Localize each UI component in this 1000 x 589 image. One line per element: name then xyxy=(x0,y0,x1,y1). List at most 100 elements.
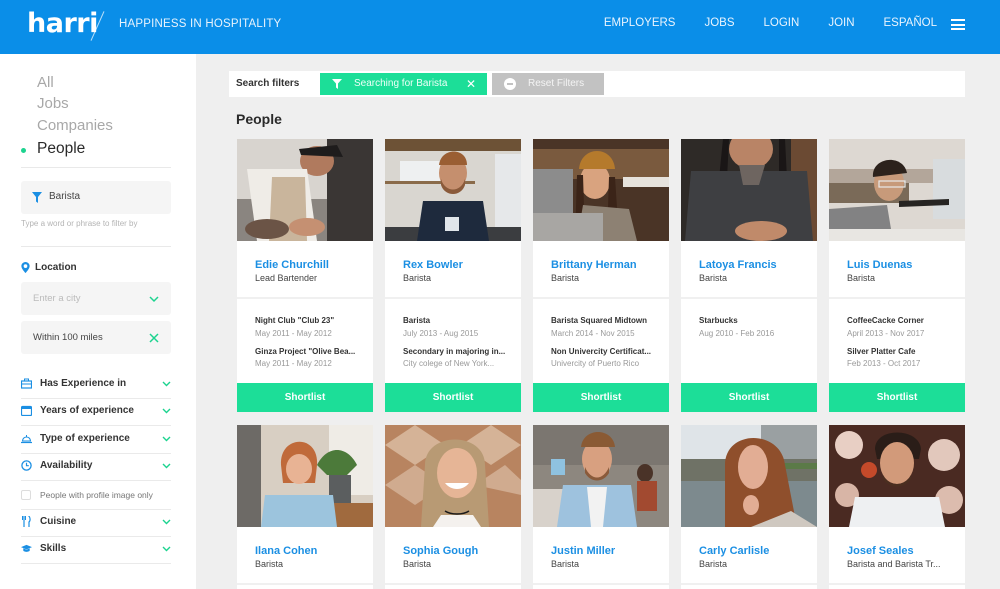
nav-login[interactable]: LOGIN xyxy=(764,17,800,29)
shortlist-button[interactable]: Shortlist xyxy=(533,383,669,412)
profile-photo[interactable] xyxy=(533,425,669,527)
experience-detail: May 2011 - May 2012 xyxy=(255,359,332,368)
profile-photo[interactable] xyxy=(829,139,965,241)
cloche-icon xyxy=(21,435,32,444)
nav-employers[interactable]: EMPLOYERS xyxy=(604,17,676,29)
person-name[interactable]: Edie Churchill xyxy=(255,259,329,271)
city-select[interactable]: Enter a city xyxy=(21,282,171,315)
profile-image-checkbox[interactable] xyxy=(21,490,31,500)
experience-title: Ginza Project "Olive Bea... xyxy=(255,347,356,356)
harri-logo[interactable]: harri xyxy=(27,8,98,39)
profile-photo[interactable] xyxy=(237,139,373,241)
experience-detail: July 2013 - Aug 2015 xyxy=(403,329,479,338)
person-role: Barista xyxy=(255,559,284,569)
accordion-availability[interactable]: Availability xyxy=(21,454,171,481)
profile-photo[interactable] xyxy=(385,139,521,241)
category-all[interactable]: All xyxy=(37,74,54,91)
shortlist-button[interactable]: Shortlist xyxy=(681,383,817,412)
nav-join[interactable]: JOIN xyxy=(828,17,854,29)
person-card[interactable]: Edie Churchill Lead Bartender Night Club… xyxy=(237,139,373,412)
city-placeholder: Enter a city xyxy=(33,293,81,304)
category-people[interactable]: People xyxy=(37,140,85,158)
reset-filters-label: Reset Filters xyxy=(528,78,585,89)
category-jobs[interactable]: Jobs xyxy=(37,95,69,112)
cutlery-icon xyxy=(22,516,31,527)
person-role: Barista xyxy=(551,559,580,569)
chevron-down-icon xyxy=(149,296,159,303)
radius-value: Within 100 miles xyxy=(33,332,103,343)
keyword-filter-hint: Type a word or phrase to filter by xyxy=(21,219,138,228)
person-card[interactable]: Ilana Cohen Barista xyxy=(237,425,373,589)
experience-title: Barista xyxy=(403,316,431,325)
person-role: Lead Bartender xyxy=(255,273,318,283)
person-card[interactable]: Luis Duenas Barista CoffeeCacke Corner A… xyxy=(829,139,965,412)
accordion-label: Skills xyxy=(40,543,67,554)
keyword-filter-input[interactable]: Barista xyxy=(21,181,171,214)
divider xyxy=(681,297,817,299)
person-role: Barista and Barista Tr... xyxy=(847,559,941,569)
person-role: Barista xyxy=(551,273,580,283)
nav-espanol[interactable]: ESPAÑOL xyxy=(884,17,937,29)
active-filter-label: Searching for Barista xyxy=(354,78,448,89)
person-name[interactable]: Carly Carlisle xyxy=(699,545,769,557)
calendar-icon xyxy=(21,405,32,416)
shortlist-button[interactable]: Shortlist xyxy=(829,383,965,412)
remove-filter-icon[interactable]: ✕ xyxy=(466,77,476,91)
person-name[interactable]: Ilana Cohen xyxy=(255,545,317,557)
person-role: Barista xyxy=(847,273,876,283)
funnel-icon xyxy=(332,79,342,89)
divider xyxy=(237,297,373,299)
person-card[interactable]: Sophia Gough Barista xyxy=(385,425,521,589)
person-name[interactable]: Brittany Herman xyxy=(551,259,637,271)
clear-radius-icon[interactable] xyxy=(149,333,159,343)
graduation-cap-icon xyxy=(21,544,32,552)
experience-title: Silver Platter Cafe xyxy=(847,347,916,356)
divider xyxy=(237,583,373,585)
location-label: Location xyxy=(35,262,77,273)
person-card[interactable]: Josef Seales Barista and Barista Tr... xyxy=(829,425,965,589)
person-name[interactable]: Rex Bowler xyxy=(403,259,463,271)
active-filter-chip[interactable]: Searching for Barista ✕ xyxy=(320,73,487,95)
person-card[interactable]: Justin Miller Barista xyxy=(533,425,669,589)
experience-detail: Aug 2010 - Feb 2016 xyxy=(699,329,775,338)
person-name[interactable]: Justin Miller xyxy=(551,545,615,557)
profile-photo[interactable] xyxy=(533,139,669,241)
accordion-label: Has Experience in xyxy=(40,378,127,389)
radius-select[interactable]: Within 100 miles xyxy=(21,321,171,354)
nav-jobs[interactable]: JOBS xyxy=(704,17,734,29)
profile-image-filter[interactable]: People with profile image only xyxy=(21,482,171,510)
experience-title: Secondary in majoring in... xyxy=(403,347,506,356)
person-card[interactable]: Latoya Francis Barista Starbucks Aug 201… xyxy=(681,139,817,412)
shortlist-button[interactable]: Shortlist xyxy=(385,383,521,412)
profile-photo[interactable] xyxy=(237,425,373,527)
experience-detail: April 2013 - Nov 2017 xyxy=(847,329,925,338)
person-name[interactable]: Luis Duenas xyxy=(847,259,912,271)
search-filters-label: Search filters xyxy=(236,78,300,89)
person-card[interactable]: Rex Bowler Barista Barista July 2013 - A… xyxy=(385,139,521,412)
hamburger-icon[interactable] xyxy=(951,19,965,30)
clock-icon xyxy=(21,460,32,471)
accordion-has-experience[interactable]: Has Experience in xyxy=(21,372,171,399)
divider xyxy=(21,246,171,247)
shortlist-button[interactable]: Shortlist xyxy=(237,383,373,412)
person-card[interactable]: Brittany Herman Barista Barista Squared … xyxy=(533,139,669,412)
profile-photo[interactable] xyxy=(681,139,817,241)
chevron-down-icon xyxy=(162,546,171,552)
person-card[interactable]: Carly Carlisle Barista xyxy=(681,425,817,589)
person-name[interactable]: Latoya Francis xyxy=(699,259,777,271)
accordion-cuisine[interactable]: Cuisine xyxy=(21,510,171,537)
person-name[interactable]: Sophia Gough xyxy=(403,545,478,557)
accordion-skills[interactable]: Skills xyxy=(21,537,171,564)
accordion-type-experience[interactable]: Type of experience xyxy=(21,427,171,454)
experience-detail: March 2014 - Nov 2015 xyxy=(551,329,635,338)
divider xyxy=(681,583,817,585)
main-nav: EMPLOYERS JOBS LOGIN JOIN ESPAÑOL xyxy=(604,17,937,29)
accordion-years-experience[interactable]: Years of experience xyxy=(21,399,171,426)
profile-photo[interactable] xyxy=(385,425,521,527)
checkbox-label: People with profile image only xyxy=(40,490,153,500)
person-name[interactable]: Josef Seales xyxy=(847,545,914,557)
profile-photo[interactable] xyxy=(681,425,817,527)
reset-filters-button[interactable]: Reset Filters xyxy=(492,73,604,95)
category-companies[interactable]: Companies xyxy=(37,117,113,134)
profile-photo[interactable] xyxy=(829,425,965,527)
